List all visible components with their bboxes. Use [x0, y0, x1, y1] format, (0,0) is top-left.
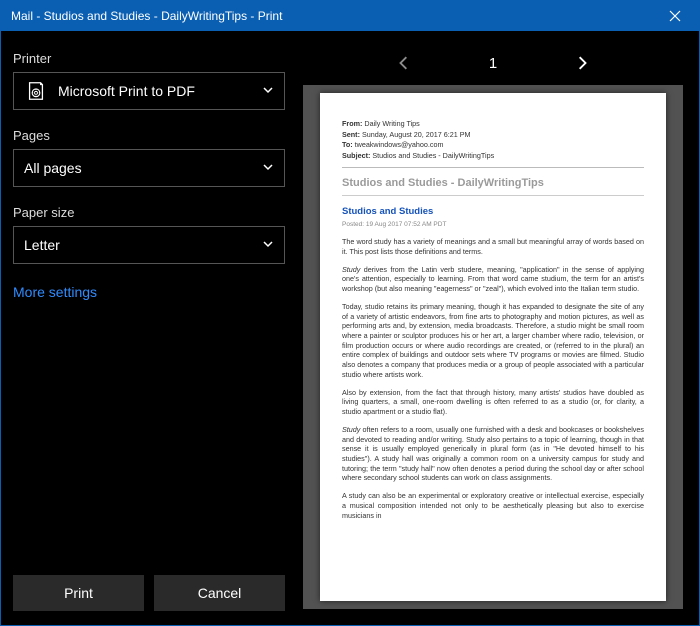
post-title: Studios and Studies — [342, 206, 644, 219]
papersize-value: Letter — [24, 237, 60, 253]
doc-paragraph: Study derives from the Latin verb studer… — [342, 265, 644, 294]
more-settings-link[interactable]: More settings — [13, 284, 285, 300]
window-title: Mail - Studios and Studies - DailyWritin… — [11, 9, 282, 23]
close-icon — [669, 10, 681, 22]
pages-value: All pages — [24, 160, 82, 176]
pager: 1 — [303, 41, 683, 85]
doc-paragraph: Today, studio retains its primary meanin… — [342, 302, 644, 380]
settings-panel: Printer Microsoft Print to PDF Pages All… — [1, 31, 297, 625]
print-button[interactable]: Print — [13, 575, 144, 611]
close-button[interactable] — [655, 1, 695, 31]
prev-page-button[interactable] — [389, 48, 419, 78]
papersize-label: Paper size — [13, 205, 285, 220]
pages-label: Pages — [13, 128, 285, 143]
chevron-down-icon — [262, 83, 274, 99]
chevron-down-icon — [262, 160, 274, 176]
doc-paragraph: A study can also be an experimental or e… — [342, 491, 644, 520]
pages-select[interactable]: All pages — [13, 149, 285, 187]
next-page-button[interactable] — [567, 48, 597, 78]
cancel-button[interactable]: Cancel — [154, 575, 285, 611]
preview-panel: 1 From: Daily Writing Tips Sent: Sunday,… — [297, 31, 699, 625]
page-preview-frame: From: Daily Writing Tips Sent: Sunday, A… — [303, 85, 683, 609]
papersize-select[interactable]: Letter — [13, 226, 285, 264]
page-number: 1 — [443, 55, 543, 72]
printer-label: Printer — [13, 51, 285, 66]
chevron-left-icon — [397, 56, 411, 70]
email-header: From: Daily Writing Tips Sent: Sunday, A… — [342, 119, 644, 161]
printer-value: Microsoft Print to PDF — [58, 83, 195, 99]
post-date: Posted: 19 Aug 2017 07:52 AM PDT — [342, 221, 644, 230]
titlebar: Mail - Studios and Studies - DailyWritin… — [1, 1, 699, 31]
printer-pdf-icon — [24, 79, 48, 103]
printer-select[interactable]: Microsoft Print to PDF — [13, 72, 285, 110]
page-preview: From: Daily Writing Tips Sent: Sunday, A… — [320, 93, 666, 601]
doc-paragraph: The word study has a variety of meanings… — [342, 237, 644, 256]
doc-paragraph: Study often refers to a room, usually on… — [342, 425, 644, 483]
doc-title: Studios and Studies - DailyWritingTips — [342, 176, 644, 191]
doc-paragraph: Also by extension, from the fact that th… — [342, 388, 644, 417]
chevron-down-icon — [262, 237, 274, 253]
chevron-right-icon — [575, 56, 589, 70]
